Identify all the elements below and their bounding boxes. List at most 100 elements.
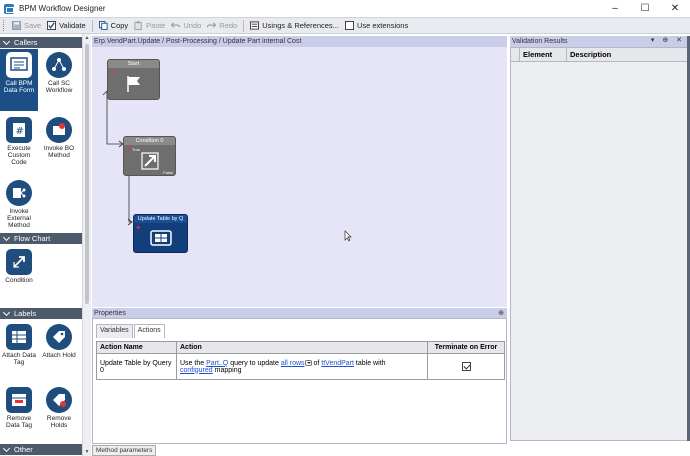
- action-text: table with: [353, 359, 386, 367]
- toolbar-separator: [243, 19, 245, 32]
- panel-controls[interactable]: ▾ ⊕ ✕: [651, 36, 685, 44]
- app-icon: [4, 3, 14, 14]
- toolbar-grip[interactable]: [3, 20, 6, 31]
- custom-code-icon: #: [6, 117, 32, 143]
- title-bar: BPM Workflow Designer – ☐ ✕: [0, 0, 690, 17]
- chevron-down-icon: [3, 310, 10, 317]
- column-header: Action: [176, 341, 428, 354]
- other-header-label: Other: [14, 445, 33, 454]
- tab-method-parameters[interactable]: Method parameters: [92, 445, 157, 456]
- condition-arrow-icon: [140, 151, 159, 170]
- redo-button[interactable]: Redo: [204, 18, 240, 33]
- rows-link[interactable]: all rows: [281, 360, 305, 367]
- plus-icon[interactable]: +: [136, 224, 141, 232]
- dropdown-icon[interactable]: [304, 359, 312, 366]
- other-section-header[interactable]: Other: [0, 444, 82, 455]
- toolbox-sidebar: Callers Call BPM Data Form Call SC Workf…: [0, 34, 82, 456]
- tool-execute-custom-code[interactable]: # Execute Custom Code: [0, 114, 38, 166]
- tool-label: Invoke External Method: [7, 208, 31, 229]
- table-link[interactable]: ttVendPart: [321, 360, 354, 367]
- paste-button[interactable]: Paste: [131, 18, 168, 33]
- maximize-button[interactable]: ☐: [630, 0, 660, 17]
- data-tag-icon: [6, 324, 32, 350]
- redo-label: Redo: [219, 21, 238, 30]
- references-icon: [250, 21, 260, 30]
- table-row[interactable]: Update Table by Query 0 Use the Part..Q …: [96, 353, 505, 380]
- start-node[interactable]: Start +: [107, 59, 160, 100]
- use-extensions-toggle[interactable]: Use extensions: [342, 18, 411, 33]
- tool-attach-hold[interactable]: Attach Hold: [40, 321, 78, 359]
- chevron-down-icon: [3, 446, 10, 453]
- condition-node-title: Condition 0: [124, 137, 175, 145]
- flag-icon: [126, 75, 140, 92]
- undo-label: Undo: [183, 21, 202, 30]
- tab-variables[interactable]: Variables: [96, 324, 133, 338]
- tool-invoke-external-method[interactable]: Invoke External Method: [0, 177, 38, 229]
- tool-call-bpm-data-form[interactable]: Call BPM Data Form: [0, 49, 38, 111]
- usings-references-label: Usings & References...: [262, 21, 339, 30]
- plus-icon[interactable]: +: [126, 146, 131, 154]
- sidebar-scrollbar[interactable]: ▲ ▼: [82, 34, 91, 456]
- callers-section-header[interactable]: Callers: [0, 37, 82, 48]
- flow-chart-header-label: Flow Chart: [14, 234, 51, 243]
- action-name-cell: Update Table by Query 0: [96, 353, 177, 380]
- scrollbar-thumb[interactable]: [85, 44, 89, 304]
- action-text: of: [311, 359, 322, 367]
- toolbar: Save Validate Copy Paste Undo Redo Using…: [0, 17, 690, 34]
- tool-label: Execute Custom Code: [7, 145, 31, 166]
- paste-icon: [134, 21, 142, 30]
- bo-method-icon: [46, 117, 72, 143]
- terminate-on-error-checkbox[interactable]: [461, 362, 471, 371]
- update-table-node[interactable]: Update Table by Q +: [133, 214, 188, 253]
- save-label: Save: [24, 21, 42, 30]
- update-table-node-title: Update Table by Q: [134, 215, 187, 223]
- workflow-canvas[interactable]: Start + Condition 0 + True False Update …: [92, 47, 507, 307]
- action-text: query to update: [228, 359, 281, 367]
- minimize-button[interactable]: –: [600, 0, 630, 17]
- query-link[interactable]: Part..Q: [206, 360, 228, 367]
- properties-header: Properties ⊕: [92, 308, 507, 318]
- copy-icon: [98, 21, 108, 30]
- labels-section-header[interactable]: Labels: [0, 308, 82, 319]
- undo-button[interactable]: Undo: [168, 18, 204, 33]
- actions-table: Action Name Action Terminate on Error Up…: [96, 341, 505, 380]
- workflow-icon: [46, 52, 72, 78]
- save-button[interactable]: Save: [9, 18, 44, 33]
- action-text: mapping: [212, 366, 242, 374]
- flow-chart-section-header[interactable]: Flow Chart: [0, 233, 82, 244]
- action-description-cell: Use the Part..Q query to update all rows…: [176, 353, 428, 380]
- plus-icon[interactable]: +: [110, 69, 115, 77]
- start-node-title: Start: [108, 60, 159, 68]
- column-header-description[interactable]: Description: [567, 48, 687, 61]
- data-form-icon: [6, 52, 32, 78]
- scroll-down-icon[interactable]: ▼: [84, 449, 90, 455]
- close-button[interactable]: ✕: [660, 0, 690, 17]
- mapping-link[interactable]: configured: [180, 367, 213, 374]
- usings-references-button[interactable]: Usings & References...: [247, 18, 342, 33]
- svg-text:#: #: [16, 126, 24, 137]
- tool-condition[interactable]: Condition: [0, 246, 38, 284]
- condition-node[interactable]: Condition 0 + True False: [123, 136, 176, 176]
- copy-button[interactable]: Copy: [96, 18, 132, 33]
- pin-icon[interactable]: ⊕: [498, 309, 504, 317]
- tool-call-sc-workflow[interactable]: Call SC Workflow: [40, 49, 78, 94]
- validate-button[interactable]: Validate: [44, 18, 89, 33]
- column-header-element[interactable]: Element: [520, 48, 567, 61]
- terminate-on-error-cell: [427, 353, 505, 380]
- tab-actions[interactable]: Actions: [133, 324, 165, 338]
- validation-results-panel: Element Description: [510, 47, 688, 441]
- tool-label: Remove Data Tag: [6, 415, 32, 429]
- tool-label: Attach Hold: [42, 352, 76, 359]
- labels-header-label: Labels: [14, 309, 37, 318]
- chevron-down-icon: [3, 235, 10, 242]
- tool-attach-data-tag[interactable]: Attach Data Tag: [0, 321, 38, 366]
- remove-data-tag-icon: [6, 387, 32, 413]
- tool-invoke-bo-method[interactable]: Invoke BO Method: [40, 114, 78, 159]
- scroll-up-icon[interactable]: ▲: [84, 35, 90, 41]
- tool-remove-data-tag[interactable]: Remove Data Tag: [0, 384, 38, 429]
- copy-label: Copy: [110, 21, 129, 30]
- paste-label: Paste: [146, 21, 166, 30]
- tool-remove-holds[interactable]: Remove Holds: [40, 384, 78, 429]
- tool-label: Remove Holds: [46, 415, 72, 429]
- mouse-cursor-icon: [344, 230, 352, 242]
